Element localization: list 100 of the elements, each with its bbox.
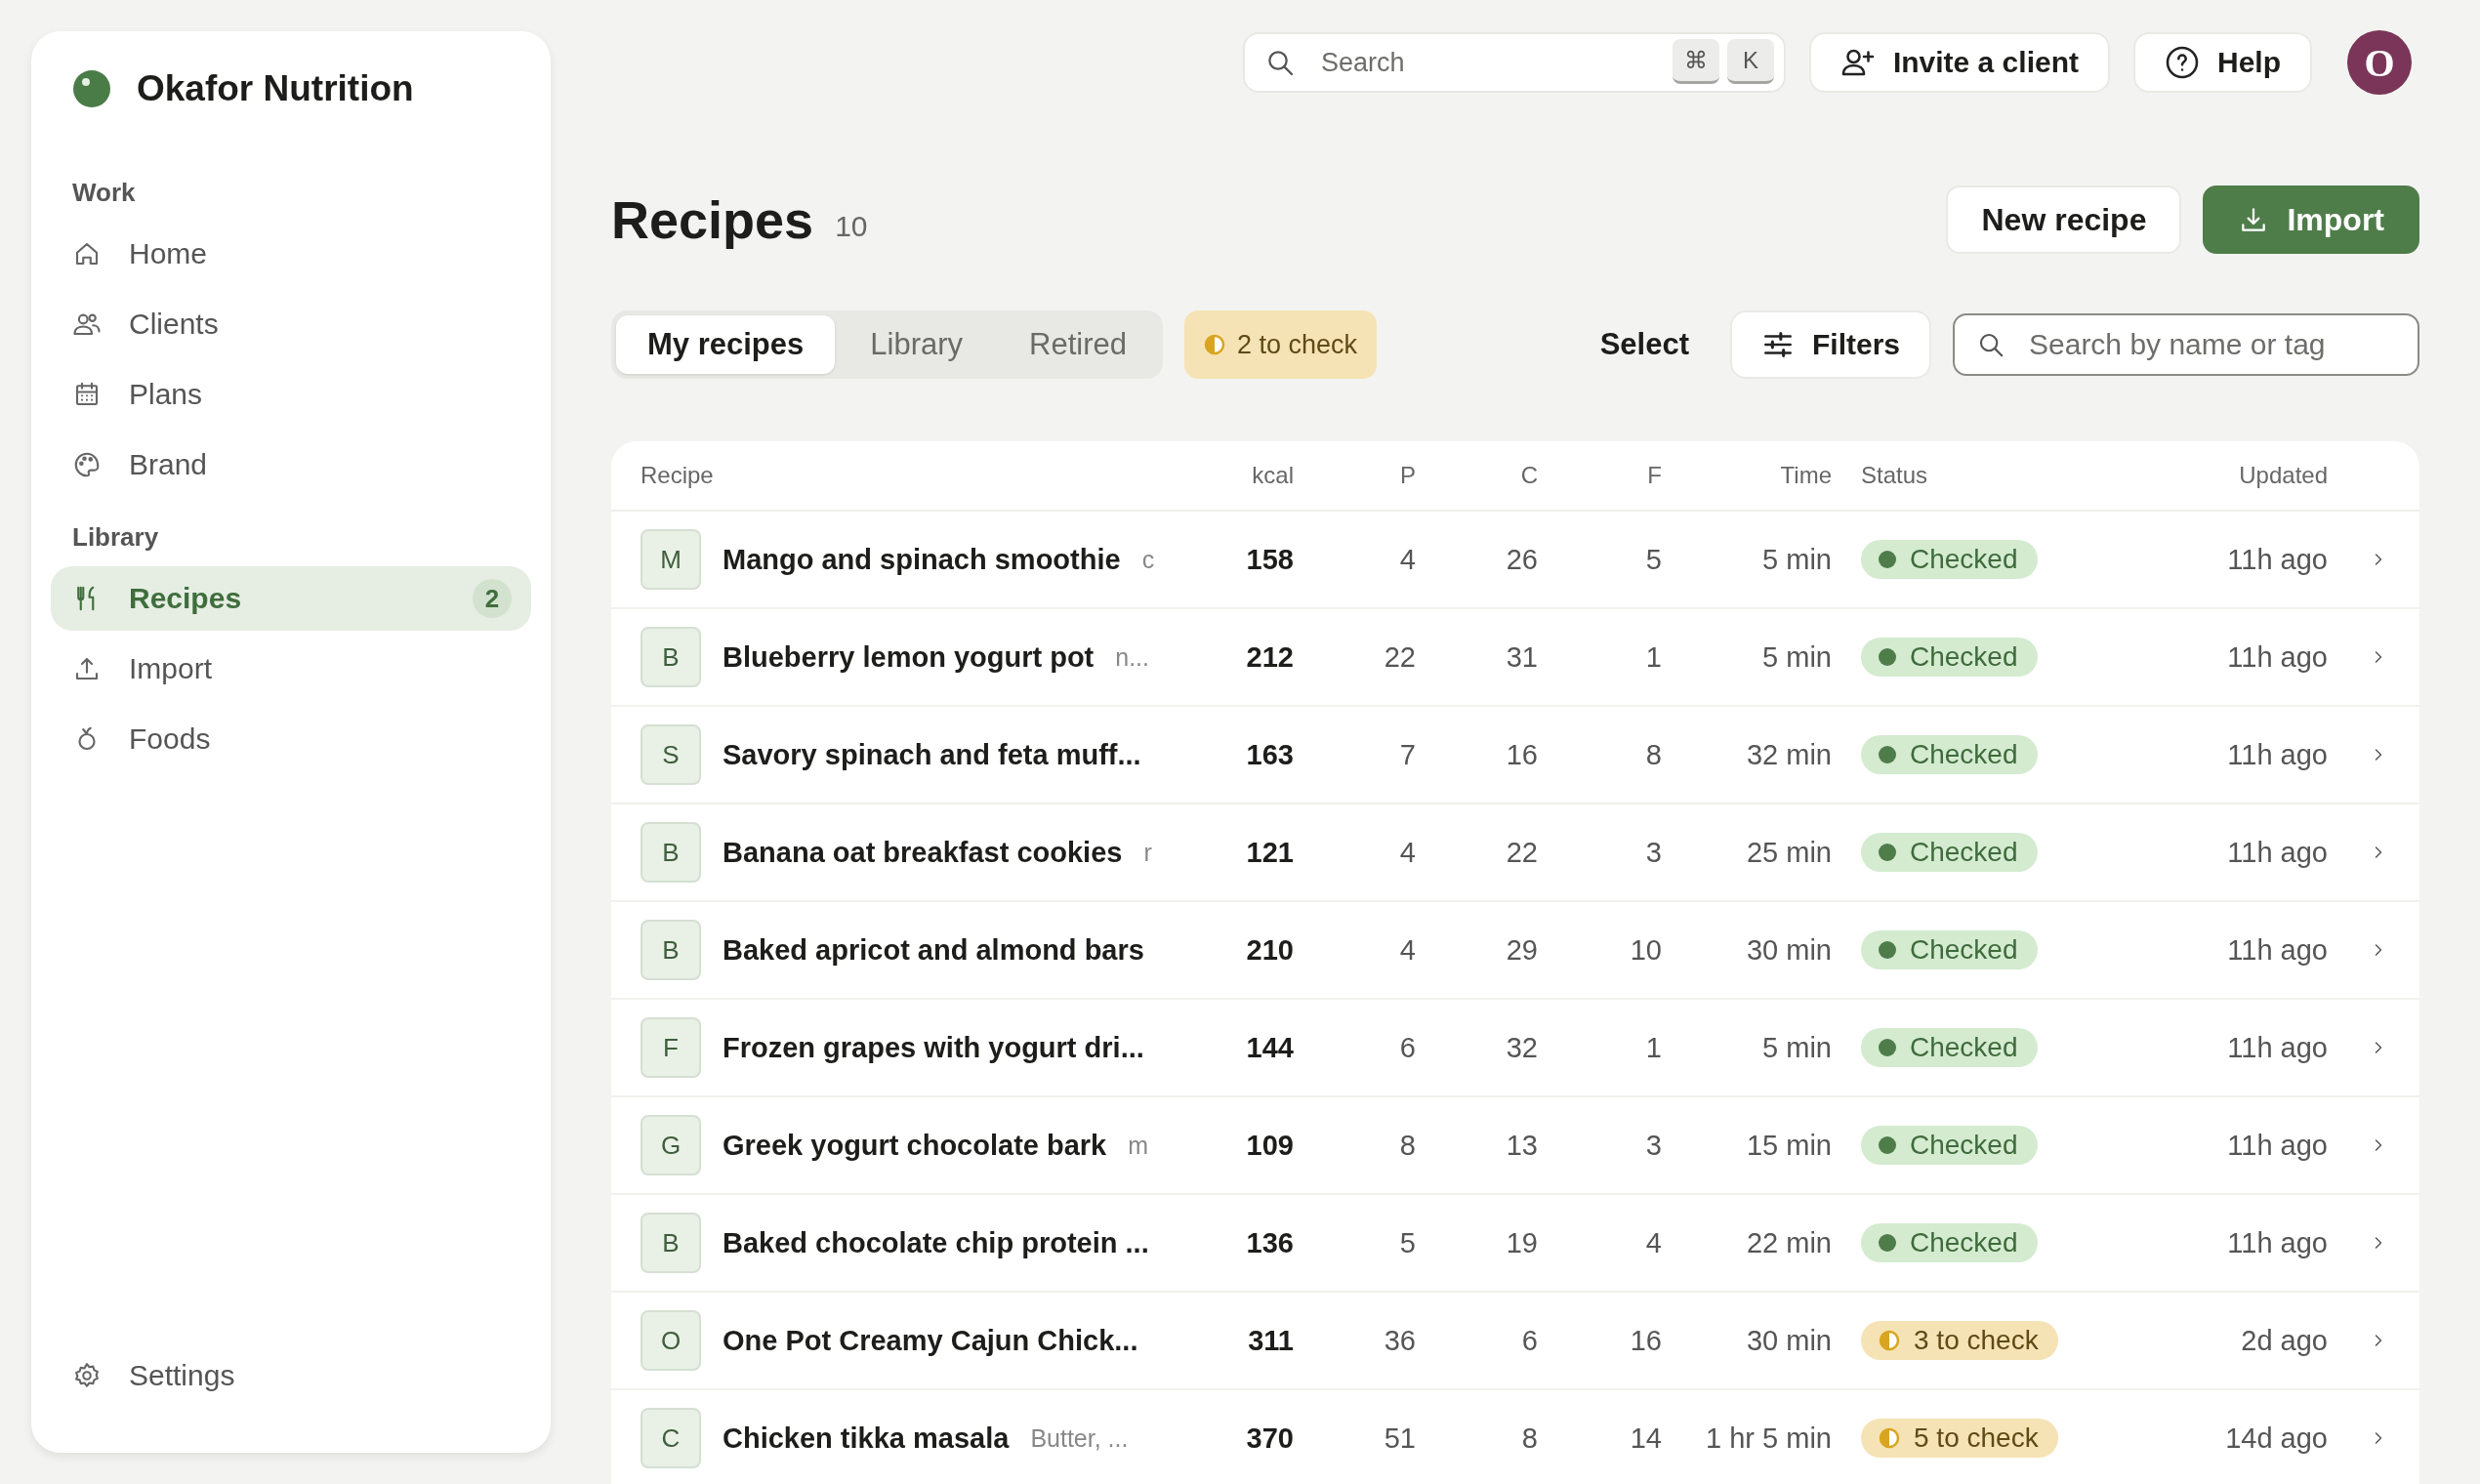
status-pill: Checked — [1861, 1028, 2038, 1067]
nav-item[interactable]: Recipes 2 — [51, 566, 531, 631]
recipe-note: c — [1141, 545, 1155, 574]
table-cell-text: 1 hr 5 min — [1705, 1422, 1832, 1455]
recipe-note: m — [1128, 1131, 1149, 1160]
status-pill: Checked — [1861, 930, 2038, 969]
user-avatar[interactable]: O — [2347, 30, 2412, 95]
table-cell-text: 4 — [1398, 836, 1416, 869]
tab[interactable]: My recipes — [616, 315, 836, 374]
column-header: Time — [1779, 462, 1832, 489]
table-cell-text: 29 — [1505, 933, 1538, 967]
table-cell-text: 8 — [1398, 1129, 1416, 1162]
table-cell-text: 25 min — [1745, 836, 1832, 869]
table-cell-text: 163 — [1245, 738, 1294, 771]
settings-item[interactable]: Settings — [51, 1343, 531, 1408]
nav-item[interactable]: Home — [51, 222, 531, 286]
table-cell-text: 311 — [1247, 1324, 1294, 1357]
initial-tile: B — [641, 1213, 701, 1273]
recipe-row[interactable]: B Blueberry lemon yogurt pot n... 212 22 31 1 5 min Checked 11h ago — [611, 609, 2419, 707]
recipe-note: r — [1143, 838, 1152, 867]
recipe-name: Frozen grapes with yogurt dri... — [723, 1031, 1144, 1064]
table-cell-text: 109 — [1245, 1129, 1294, 1162]
table-cell-text: 32 min — [1745, 738, 1832, 771]
tab[interactable]: Retired — [998, 315, 1158, 374]
table-cell-text: 13 — [1505, 1129, 1538, 1162]
recipe-name: Banana oat breakfast cookies — [723, 836, 1123, 869]
nav-item[interactable]: Import — [51, 637, 531, 701]
table-cell-text: 4 — [1398, 543, 1416, 576]
table-cell-text: 136 — [1245, 1226, 1294, 1259]
select-button[interactable]: Select — [1593, 326, 1695, 363]
recipe-row[interactable]: C Chicken tikka masala Butter, ... 370 51 8 14 1 hr 5 min 5 to check 14d ago — [611, 1390, 2419, 1484]
initial-tile: F — [641, 1017, 701, 1078]
recipe-row[interactable]: G Greek yogurt chocolate bark m 109 8 13 3 15 min Checked 11h ago — [611, 1097, 2419, 1195]
column-header: C — [1519, 462, 1538, 489]
recipe-name: Baked apricot and almond bars — [723, 933, 1144, 967]
table-cell-text: 144 — [1245, 1031, 1294, 1064]
page-title: Recipes — [611, 189, 814, 250]
recipe-row[interactable]: F Frozen grapes with yogurt dri... 144 6 32 1 5 min Checked 11h ago — [611, 1000, 2419, 1097]
table-cell-text: 22 min — [1745, 1226, 1832, 1259]
recipe-note: Butter, ... — [1030, 1423, 1129, 1453]
initial-tile: B — [641, 822, 701, 883]
recipe-search-field[interactable]: Search by name or tag — [1953, 313, 2419, 376]
status-pill: Checked — [1861, 540, 2038, 579]
nav-item[interactable]: Brand — [51, 433, 531, 497]
nav-item[interactable]: Clients — [51, 292, 531, 356]
table-cell-text: 11h ago — [2226, 1226, 2328, 1259]
table-cell-text: 11h ago — [2226, 543, 2328, 576]
column-header: P — [1399, 462, 1416, 489]
table-cell-text: 10 — [1629, 933, 1662, 967]
shortcut-key: ⌘ — [1672, 39, 1719, 84]
table-cell-text: 11h ago — [2226, 933, 2328, 967]
recipe-row[interactable]: M Mango and spinach smoothie c 158 4 26 5 5 min Checked 11h ago — [611, 512, 2419, 609]
recipe-row[interactable]: O One Pot Creamy Cajun Chick... 311 36 6 16 30 min 3 to check 2d ago — [611, 1293, 2419, 1390]
recipe-name: Chicken tikka masala — [723, 1422, 1010, 1455]
recipe-row[interactable]: B Baked chocolate chip protein ... 136 5 19 4 22 min Checked 11h ago — [611, 1195, 2419, 1293]
table-cell-text: 11h ago — [2226, 640, 2328, 674]
import-button[interactable]: Import — [2203, 186, 2419, 254]
column-header: Status — [1860, 462, 1929, 489]
initial-tile: O — [641, 1310, 701, 1371]
table-cell-text: 22 — [1505, 836, 1538, 869]
recipe-note: n... — [1115, 642, 1149, 672]
status-pill: Checked — [1861, 833, 2038, 872]
table-cell-text: 36 — [1383, 1324, 1416, 1357]
help-icon — [2165, 45, 2200, 80]
recipe-name: Blueberry lemon yogurt pot — [723, 640, 1095, 674]
recipe-row[interactable]: B Banana oat breakfast cookies r 121 4 22 3 25 min Checked 11h ago — [611, 804, 2419, 902]
nav-item[interactable]: Plans — [51, 362, 531, 427]
recipe-row[interactable]: S Savory spinach and feta muff... 163 7 16 8 32 min Checked 11h ago — [611, 707, 2419, 804]
table-cell-text: 6 — [1520, 1324, 1538, 1357]
initial-tile: B — [641, 627, 701, 687]
table-cell-text: 30 min — [1745, 933, 1832, 967]
help-button[interactable]: Help — [2133, 32, 2312, 93]
initial-tile: B — [641, 920, 701, 980]
tab[interactable]: Library — [839, 315, 995, 374]
table-cell-text: 3 — [1644, 836, 1662, 869]
table-cell-text: 51 — [1383, 1422, 1416, 1455]
initial-tile: G — [641, 1115, 701, 1175]
recipe-name: One Pot Creamy Cajun Chick... — [723, 1324, 1138, 1357]
status-pill: Checked — [1861, 735, 2038, 774]
recipe-row[interactable]: B Baked apricot and almond bars 210 4 29 10 30 min Checked 11h ago — [611, 902, 2419, 1000]
half-circle-icon — [1879, 1330, 1900, 1351]
column-header: Recipe — [641, 462, 715, 489]
invite-button[interactable]: Invite a client — [1808, 32, 2110, 93]
recipe-name: Savory spinach and feta muff... — [723, 738, 1141, 771]
filters-button[interactable]: Filters — [1729, 310, 1931, 379]
table-cell-text: 11h ago — [2226, 836, 2328, 869]
table-cell-text: 210 — [1245, 933, 1294, 967]
table-cell-text: 5 min — [1761, 1031, 1832, 1064]
table-cell-text: 15 min — [1745, 1129, 1832, 1162]
table-cell-text: 5 min — [1761, 543, 1832, 576]
to-check-filter[interactable]: 2 to check — [1183, 310, 1378, 379]
table-cell-text: 158 — [1245, 543, 1294, 576]
shortcut-key: K — [1726, 39, 1774, 84]
table-cell-text: 19 — [1505, 1226, 1538, 1259]
status-pill: 5 to check — [1861, 1419, 2058, 1458]
nav-item[interactable]: Foods — [51, 707, 531, 771]
initial-tile: M — [641, 529, 701, 590]
section-label: Library — [71, 522, 160, 553]
new-recipe-button[interactable]: New recipe — [1946, 186, 2182, 254]
recipe-count: 10 — [835, 210, 868, 243]
